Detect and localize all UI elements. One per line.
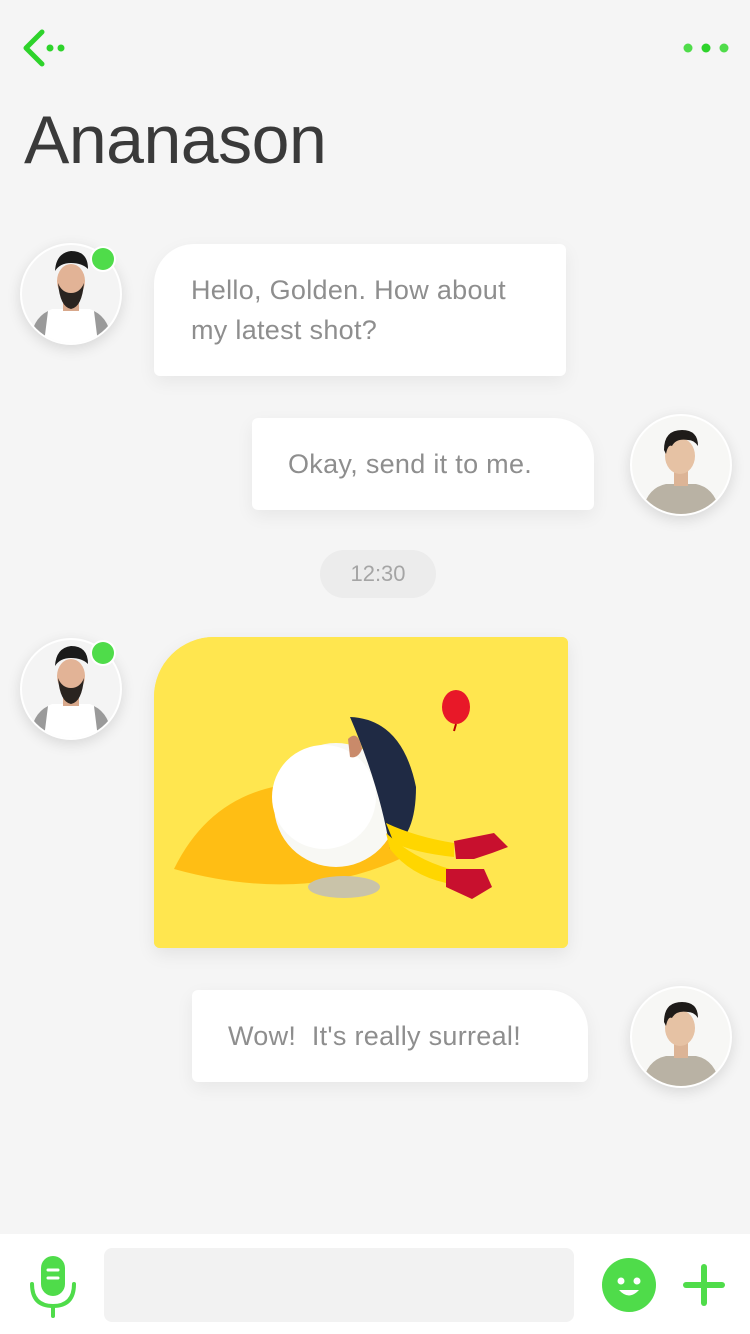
my-avatar[interactable] — [630, 414, 732, 516]
message-bubble-incoming[interactable]: Hello, Golden. How about my latest shot? — [154, 244, 566, 376]
message-text: Wow! It's really surreal! — [228, 1021, 522, 1051]
page-title: Ananason — [24, 102, 327, 178]
message-bubble-outgoing[interactable]: Wow! It's really surreal! — [192, 990, 588, 1082]
plus-icon — [683, 1264, 725, 1306]
online-status-dot — [92, 248, 114, 270]
more-dots-icon — [683, 43, 729, 53]
online-status-dot — [92, 642, 114, 664]
message-text-line: my latest shot? — [191, 315, 378, 345]
emoji-smile-icon — [602, 1258, 656, 1312]
back-arrow-icon — [23, 29, 65, 67]
add-attachment-button[interactable] — [682, 1263, 726, 1307]
microphone-icon — [30, 1256, 76, 1318]
message-input[interactable] — [104, 1248, 574, 1322]
message-text-line: Hello, Golden. How about — [191, 275, 506, 305]
more-options-button[interactable] — [676, 30, 736, 66]
chat-timestamp: 12:30 — [320, 550, 436, 598]
photo-message[interactable] — [154, 637, 568, 948]
back-button[interactable] — [18, 24, 74, 76]
my-avatar[interactable] — [630, 986, 732, 1088]
young-man-avatar-image — [632, 988, 730, 1086]
message-text: Okay, send it to me. — [288, 449, 533, 479]
young-man-avatar-image — [632, 416, 730, 514]
egg-chair-photo — [154, 637, 568, 948]
emoji-button[interactable] — [601, 1257, 657, 1313]
message-bubble-outgoing[interactable]: Okay, send it to me. — [252, 418, 594, 510]
voice-input-button[interactable] — [28, 1254, 78, 1318]
